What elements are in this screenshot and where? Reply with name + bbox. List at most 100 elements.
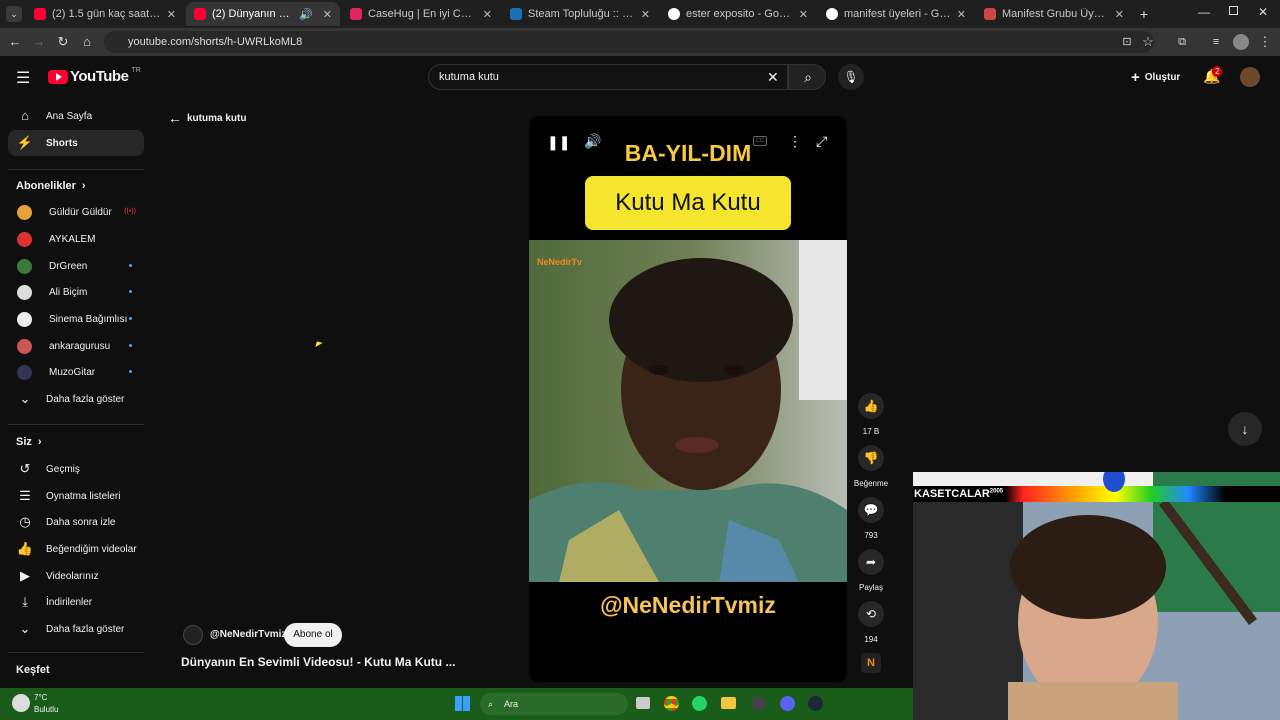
remix-button[interactable]: ⟲: [858, 601, 884, 627]
close-icon[interactable]: ✕: [167, 8, 176, 21]
account-avatar[interactable]: [1240, 67, 1260, 87]
browser-tab[interactable]: ester exposito - Google'da Ara✕: [660, 2, 816, 26]
close-icon[interactable]: ✕: [483, 8, 492, 21]
new-content-dot: [129, 264, 132, 267]
show-more-subscriptions[interactable]: ⌄ Daha fazla göster: [8, 386, 144, 412]
close-icon[interactable]: ✕: [323, 8, 332, 21]
browser-tab-bar: ⌄ (2) 1.5 gün kaç saat eder? - You✕ (2) …: [0, 0, 1280, 28]
sidebar-sub-item[interactable]: ankaragurusu: [8, 333, 144, 359]
browser-tab[interactable]: Steam Topluluğu :: Kimler bana✕: [502, 2, 658, 26]
url-field[interactable]: youtube.com/shorts/h-UWRLkoML8: [104, 31, 1154, 53]
subscribe-button[interactable]: Abone ol: [284, 623, 342, 647]
back-to-search[interactable]: ← kutuma kutu: [168, 110, 246, 126]
channel-avatar[interactable]: [183, 625, 203, 645]
shorts-video-player[interactable]: BA-YIL-DIM Kutu Ma Kutu NeNedirTv @NeNed…: [529, 116, 847, 682]
discord-icon[interactable]: [780, 696, 795, 711]
sound-thumbnail[interactable]: N: [861, 653, 881, 673]
reload-icon[interactable]: ↻: [55, 34, 71, 50]
forward-icon[interactable]: →: [31, 34, 47, 50]
new-tab-button[interactable]: +: [1136, 6, 1152, 22]
video-title[interactable]: Dünyanın En Sevimli Videosu! - Kutu Ma K…: [181, 655, 455, 669]
sidebar-item-playlists[interactable]: ☰ Oynatma listeleri: [8, 483, 144, 509]
you-heading[interactable]: Siz ›: [16, 436, 42, 448]
steam-favicon-icon: [510, 8, 522, 20]
subscriptions-heading[interactable]: Abonelikler ›: [16, 180, 86, 192]
search-button[interactable]: ⌕: [788, 64, 826, 90]
speaker-icon[interactable]: 🔊: [299, 8, 313, 21]
bookmark-star-icon[interactable]: ☆: [1140, 34, 1156, 50]
channel-name[interactable]: @NeNedirTvmiz: [210, 629, 286, 640]
volume-icon[interactable]: 🔊: [584, 133, 601, 150]
sidebar-sub-item[interactable]: Sinema Bağımlısı: [8, 306, 144, 332]
sidebar-sub-item[interactable]: Güldür Güldür ((•)): [8, 199, 144, 225]
like-icon: 👍: [16, 541, 34, 556]
share-button[interactable]: ➦: [858, 549, 884, 575]
sidebar-sub-item[interactable]: DrGreen: [8, 253, 144, 279]
browser-tab[interactable]: (2) 1.5 gün kaç saat eder? - You✕: [26, 2, 184, 26]
pause-icon[interactable]: ❚❚: [547, 134, 570, 151]
sidebar-sub-item[interactable]: AYKALEM: [8, 226, 144, 252]
share-icon: ➦: [865, 555, 877, 569]
browser-tab[interactable]: CaseHug | En iyi CS2 (CS:GO) k✕: [342, 2, 500, 26]
minimize-button[interactable]: —: [1198, 5, 1210, 19]
sidebar-item-downloads[interactable]: ⤓ İndirilenler: [8, 589, 144, 615]
create-button[interactable]: + Oluştur: [1131, 69, 1180, 86]
whatsapp-icon[interactable]: [692, 696, 707, 711]
sidebar-item-watch-later[interactable]: ◷ Daha sonra izle: [8, 509, 144, 535]
next-video-button[interactable]: ↓: [1228, 412, 1262, 446]
comment-count: 793: [864, 531, 878, 540]
close-window-button[interactable]: ✕: [1258, 5, 1268, 19]
browser-tab[interactable]: Manifest Grubu Üyeleri: Küçük✕: [976, 2, 1132, 26]
like-button[interactable]: 👍: [858, 393, 884, 419]
menu-icon[interactable]: ⋮: [1257, 34, 1273, 50]
windows-start-icon[interactable]: [455, 696, 470, 711]
profile-avatar[interactable]: [1233, 34, 1249, 50]
hamburger-icon[interactable]: ☰: [16, 68, 30, 88]
browser-tab-active[interactable]: (2) Dünyanın En Sevimli Vid🔊✕: [186, 2, 340, 26]
close-icon[interactable]: ✕: [1115, 8, 1124, 21]
voice-search-button[interactable]: 🎙: [838, 64, 864, 90]
app-icon[interactable]: [751, 696, 766, 711]
clear-search-icon[interactable]: ✕: [767, 69, 779, 86]
chrome-icon[interactable]: [664, 696, 679, 711]
comments-button[interactable]: 💬: [858, 497, 884, 523]
search-input[interactable]: kutuma kutu: [428, 64, 788, 90]
media-icon[interactable]: ≡: [1208, 34, 1224, 50]
youtube-play-icon: [48, 69, 68, 84]
browser-tab[interactable]: manifest üyeleri - Google'da Ar✕: [818, 2, 974, 26]
youtube-logo[interactable]: YouTube TR: [48, 67, 141, 85]
dislike-button[interactable]: 👎: [858, 445, 884, 471]
captions-icon[interactable]: CC: [753, 136, 767, 146]
restore-button[interactable]: [1229, 6, 1238, 15]
sidebar-sub-item[interactable]: MuzoGitar: [8, 359, 144, 385]
channel-avatar: [17, 204, 32, 220]
sidebar-item-home[interactable]: ⌂ Ana Sayfa: [8, 103, 144, 129]
sidebar-item-shorts[interactable]: ⚡ Shorts: [8, 130, 144, 156]
new-content-dot: [129, 370, 132, 373]
show-more-you[interactable]: ⌄ Daha fazla göster: [8, 616, 144, 642]
home-icon[interactable]: ⌂: [79, 34, 95, 50]
fullscreen-icon[interactable]: ⤢: [816, 133, 827, 150]
weather-icon[interactable]: [12, 694, 30, 712]
close-icon[interactable]: ✕: [957, 8, 966, 21]
task-view-icon[interactable]: [636, 697, 650, 709]
new-content-dot: [129, 317, 132, 320]
youtube-favicon-icon: [34, 8, 46, 20]
steam-icon[interactable]: [808, 696, 823, 711]
extensions-icon[interactable]: ⧉: [1174, 34, 1190, 50]
sidebar-item-your-videos[interactable]: ▶ Videolarınız: [8, 563, 144, 589]
channel-avatar: [17, 338, 32, 354]
file-explorer-icon[interactable]: [721, 697, 736, 709]
more-options-icon[interactable]: ⋮: [788, 133, 802, 150]
taskbar-search[interactable]: ⌕ Ara: [480, 693, 628, 715]
casehug-favicon-icon: [350, 8, 362, 20]
tab-search-button[interactable]: ⌄: [6, 6, 22, 22]
comment-icon: 💬: [863, 503, 879, 517]
sidebar-item-history[interactable]: ↺ Geçmiş: [8, 456, 144, 482]
install-icon[interactable]: ⊡: [1119, 34, 1135, 50]
close-icon[interactable]: ✕: [641, 8, 650, 21]
sidebar-sub-item[interactable]: Ali Biçim: [8, 279, 144, 305]
close-icon[interactable]: ✕: [799, 8, 808, 21]
back-icon[interactable]: ←: [7, 34, 23, 50]
sidebar-item-liked[interactable]: 👍 Beğendiğim videolar: [8, 536, 144, 562]
